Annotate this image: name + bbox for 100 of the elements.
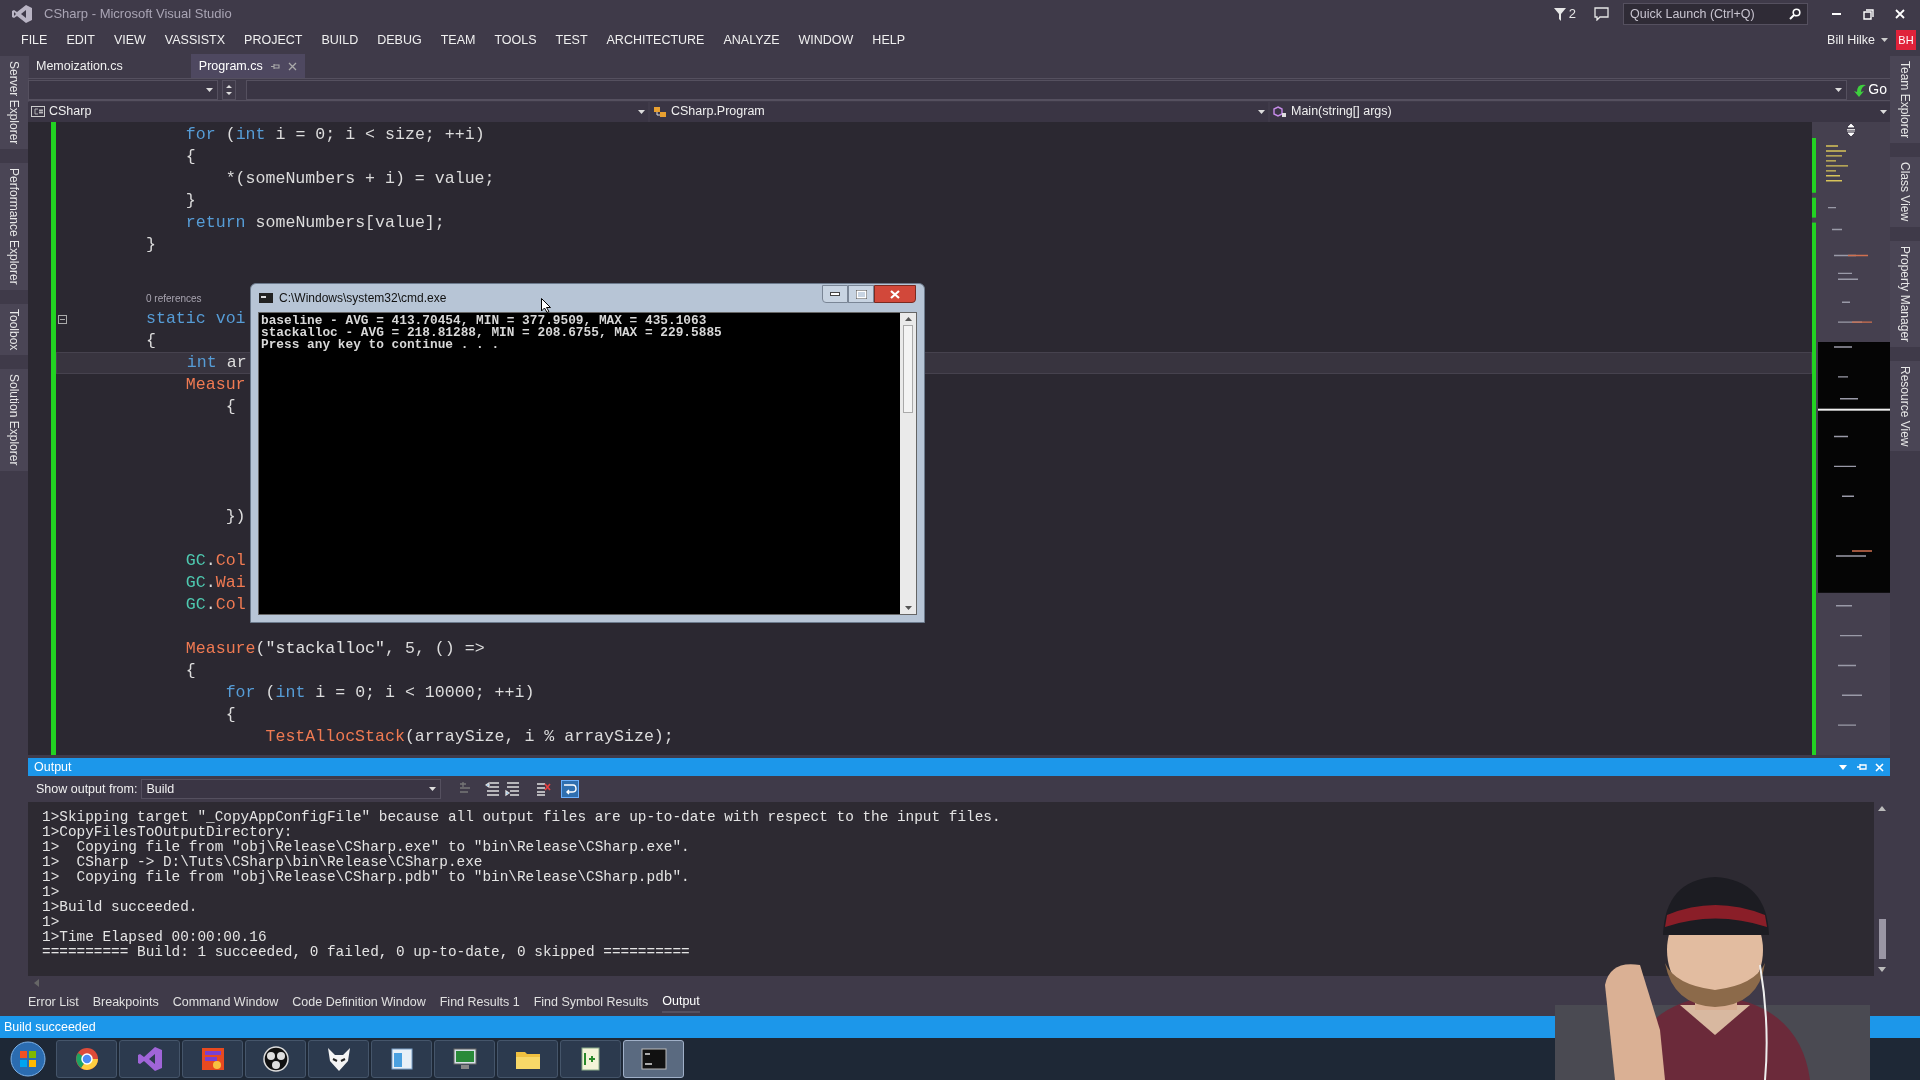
code-line: static voi <box>145 309 246 329</box>
output-line: 1>Time Elapsed 00:00:00.16 <box>42 930 268 945</box>
menu-item[interactable]: ANALYZE <box>714 30 789 50</box>
panel-title: Output <box>34 758 73 776</box>
windows-logo-icon <box>10 1041 46 1077</box>
menu-item[interactable]: BUILD <box>312 30 368 50</box>
window-title: CSharp - Microsoft Visual Studio <box>44 5 232 24</box>
split-handle-icon[interactable] <box>1846 124 1856 136</box>
output-line: 1> CSharp -> D:\Tuts\CSharp\bin\Release\CSharp.exe <box>42 855 484 870</box>
taskbar-button[interactable] <box>497 1040 558 1078</box>
caret-icon <box>206 87 213 92</box>
tool-window-tab[interactable]: Resource View <box>1890 360 1920 452</box>
class-icon <box>653 105 667 118</box>
up-arrow-icon[interactable] <box>904 317 912 321</box>
avatar-badge[interactable]: BH <box>1896 30 1916 50</box>
dropdown-icon[interactable] <box>1839 764 1847 770</box>
menu-item[interactable]: TOOLS <box>485 30 546 50</box>
code-line: for (int i = 0; i < size; ++i) <box>184 125 485 145</box>
tool-window-tab[interactable]: Server Explorer <box>0 56 29 150</box>
tool-window-tab[interactable]: Performance Explorer <box>0 163 29 291</box>
taskbar-button[interactable] <box>371 1040 432 1078</box>
menu-item[interactable]: ARCHITECTURE <box>597 30 714 50</box>
taskbar-button[interactable] <box>245 1040 306 1078</box>
taskbar-button[interactable] <box>623 1040 684 1078</box>
scroll-thumb[interactable] <box>1878 919 1886 959</box>
tool-window-tab[interactable]: Toolbox <box>0 304 29 356</box>
menu-item[interactable]: HELP <box>863 30 914 50</box>
menu-item[interactable]: VIEW <box>104 30 155 50</box>
reference-count-link[interactable]: 0 references <box>146 291 202 306</box>
panel-tab[interactable]: Breakpoints <box>92 991 159 1013</box>
scroll-bar[interactable] <box>900 313 916 614</box>
menu-item[interactable]: WINDOW <box>789 30 863 50</box>
previous-message-icon[interactable] <box>485 781 502 797</box>
menu-item[interactable]: FILE <box>12 30 57 50</box>
menu-item[interactable]: DEBUG <box>368 30 431 50</box>
menu-item[interactable]: PROJECT <box>235 30 312 50</box>
code-line: { <box>184 661 196 681</box>
project-dropdown[interactable]: CSharp <box>28 101 648 122</box>
output-line: ========== Build: 1 succeeded, 0 failed, 0 up-to-date, 0 skipped ========== <box>42 945 691 960</box>
tool-window-tab[interactable]: Team Explorer <box>1890 56 1920 144</box>
feedback-icon[interactable] <box>1594 7 1609 21</box>
quick-launch-field[interactable]: Quick Launch (Ctrl+Q) <box>1623 3 1808 25</box>
maximize-button[interactable] <box>848 285 874 303</box>
down-arrow-icon[interactable] <box>904 606 912 610</box>
member-dropdown[interactable]: Main(string[] args) <box>1270 101 1890 122</box>
panel-tab[interactable]: Output <box>662 991 700 1013</box>
ribbon-icon <box>135 1045 164 1073</box>
taskbar-button[interactable] <box>56 1040 117 1078</box>
close-button[interactable] <box>874 285 916 303</box>
console-line: baseline - AVG = 413.70454, MIN = 377.9509, MAX = 435.1063 <box>261 315 707 328</box>
document-tab[interactable]: Memoization.cs <box>28 54 131 78</box>
minimize-icon <box>1831 13 1841 15</box>
close-icon <box>890 289 900 299</box>
panel-tab[interactable]: Find Results 1 <box>439 991 520 1013</box>
panel-tab[interactable]: Command Window <box>172 991 279 1013</box>
tool-window-tab[interactable]: Property Manager <box>1890 240 1920 347</box>
collapse-icon[interactable] <box>57 314 67 324</box>
window-title: C:\Windows\system32\cmd.exe <box>279 290 447 307</box>
caret-icon <box>1835 87 1843 92</box>
account-menu[interactable]: Bill Hilke <box>1827 30 1888 50</box>
tool-window-tab[interactable]: Solution Explorer <box>0 369 29 471</box>
code-line: { <box>184 147 196 167</box>
taskbar-button[interactable] <box>308 1040 369 1078</box>
code-line: *(someNumbers + i) = value; <box>224 169 495 189</box>
next-message-icon[interactable] <box>505 781 522 797</box>
panel-tab[interactable]: Code Definition Window <box>292 991 426 1013</box>
menu-item[interactable]: EDIT <box>57 30 104 50</box>
panel-tab[interactable]: Find Symbol Results <box>533 991 649 1013</box>
taskbar-button[interactable] <box>560 1040 621 1078</box>
filter-icon[interactable] <box>1553 7 1566 21</box>
scroll-thumb[interactable] <box>903 325 913 413</box>
close-icon[interactable] <box>287 61 297 71</box>
spin-button[interactable] <box>222 79 236 100</box>
panel-tab[interactable]: Error List <box>28 991 79 1013</box>
caret-icon <box>429 787 437 791</box>
taskbar-button[interactable] <box>182 1040 243 1078</box>
output-line: 1>Build succeeded. <box>42 900 199 915</box>
tool-window-tab[interactable]: Class View <box>1890 157 1920 227</box>
output-source-dropdown[interactable]: Build <box>141 779 442 799</box>
minimize-button[interactable] <box>822 285 848 303</box>
go-button[interactable]: Go <box>1851 79 1890 100</box>
document-tab[interactable]: Program.cs <box>190 54 305 78</box>
menu-item[interactable]: TEAM <box>431 30 485 50</box>
word-wrap-icon[interactable] <box>561 780 580 798</box>
code-line: { <box>224 397 236 417</box>
taskbar-button[interactable] <box>434 1040 495 1078</box>
logo-icon <box>12 5 32 23</box>
clear-all-icon[interactable] <box>535 781 552 797</box>
up-down-arrows-icon <box>226 83 232 96</box>
minimize-icon <box>830 292 840 296</box>
type-dropdown[interactable]: CSharp.Program <box>650 101 1268 122</box>
caret-icon <box>638 109 645 114</box>
menu-item[interactable]: VASSISTX <box>155 30 235 50</box>
minimap-drawing[interactable] <box>1812 138 1890 755</box>
maximize-icon <box>855 289 867 299</box>
down-arrow-icon[interactable] <box>1878 967 1886 972</box>
up-arrow-icon[interactable] <box>1878 806 1886 811</box>
pin-icon[interactable] <box>270 62 280 70</box>
menu-item[interactable]: TEST <box>546 30 597 50</box>
output-line: 1> <box>42 885 61 900</box>
